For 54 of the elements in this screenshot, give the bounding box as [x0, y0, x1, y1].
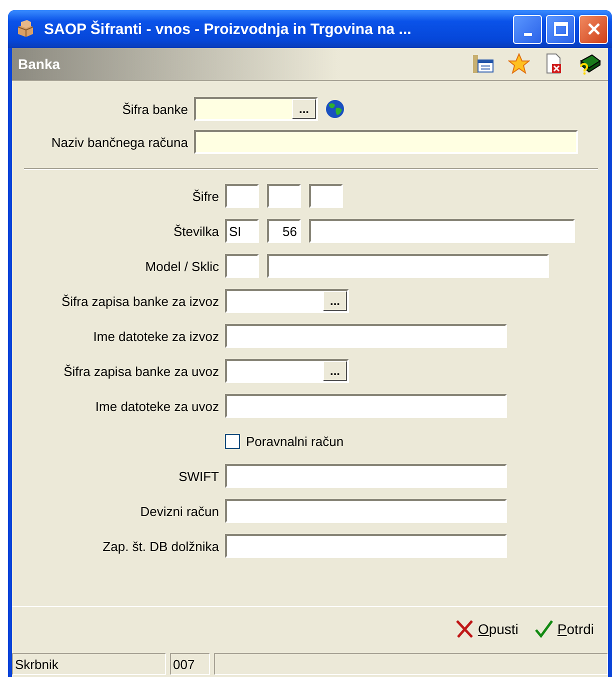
text-field[interactable] [309, 219, 575, 243]
confirm-button[interactable]: Potrdi [532, 617, 596, 641]
star-icon[interactable] [508, 53, 530, 75]
globe-icon[interactable] [325, 99, 345, 119]
field-label: Devizni račun [139, 504, 220, 518]
window-title: SAOP Šifranti - vnos - Proizvodnja in Trgovina na ... [44, 20, 412, 38]
checkbox[interactable] [225, 434, 240, 448]
boxes-icon [16, 19, 36, 39]
text-field[interactable] [225, 394, 507, 418]
field-label: Zap. št. DB dolžnika [102, 538, 220, 554]
close-icon [586, 22, 600, 36]
browse-button[interactable]: ... [292, 99, 316, 119]
browse-button[interactable]: ... [323, 361, 347, 381]
code-field[interactable] [267, 184, 301, 208]
status-panel: Skrbnik [12, 653, 166, 675]
code-field[interactable] [225, 254, 259, 278]
field-label: Ime datoteke za uvoz [94, 398, 220, 414]
delete-document-icon[interactable] [544, 53, 564, 75]
field-label: Šifra zapisa banke za uvoz [62, 364, 220, 378]
code-field[interactable]: 56 [267, 219, 301, 243]
code-field[interactable]: SI [225, 219, 259, 243]
minimize-icon [524, 32, 532, 36]
field-label: Ime datoteke za izvoz [92, 328, 220, 344]
text-field[interactable] [225, 324, 507, 348]
field-label: Model / Sklic [144, 258, 220, 274]
status-panel: 007 [170, 653, 210, 675]
field-label: Šifre [191, 188, 220, 204]
text-field[interactable] [267, 254, 549, 278]
cancel-button[interactable]: Opusti [452, 617, 520, 641]
text-field[interactable] [194, 130, 578, 154]
lookup-field[interactable]: ... [225, 359, 349, 383]
code-field[interactable] [225, 184, 259, 208]
field-label: Šifra zapisa banke za izvoz [60, 294, 220, 308]
cross-icon [454, 619, 475, 639]
list-window-icon[interactable] [472, 54, 494, 74]
maximize-icon [554, 22, 568, 36]
minimize-button[interactable] [513, 14, 542, 44]
help-book-icon[interactable] [578, 53, 602, 75]
lookup-field[interactable]: ... [225, 289, 349, 313]
text-field[interactable] [225, 499, 507, 523]
field-label: SWIFT [178, 468, 220, 484]
code-field[interactable] [309, 184, 343, 208]
checkmark-icon [534, 619, 554, 639]
field-label: Naziv bančnega računa [50, 134, 189, 150]
field-label: Številka [172, 224, 220, 238]
field-label: Šifra banke [121, 102, 189, 116]
text-field[interactable] [225, 534, 507, 558]
text-field[interactable] [225, 464, 507, 488]
checkbox-label: Poravnalni račun [246, 434, 344, 448]
form-title: Banka [18, 56, 60, 72]
close-button[interactable] [579, 14, 608, 44]
maximize-button[interactable] [546, 14, 575, 44]
browse-button[interactable]: ... [323, 291, 347, 311]
lookup-field[interactable]: ... [194, 97, 318, 121]
